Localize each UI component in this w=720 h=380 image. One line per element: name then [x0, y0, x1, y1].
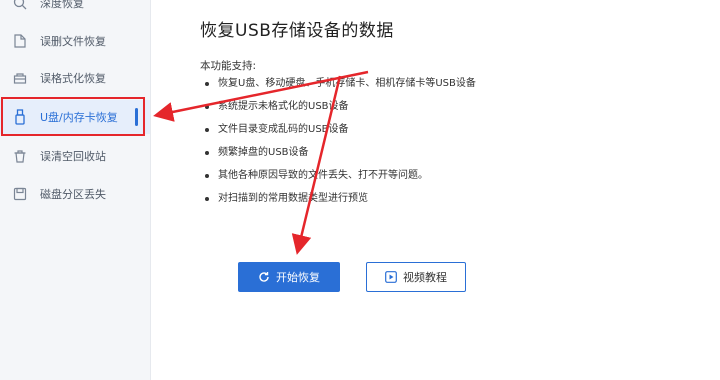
list-item: 频繁掉盘的USB设备	[200, 141, 476, 164]
list-item: 系统提示未格式化的USB设备	[200, 95, 476, 118]
sidebar-item-label: 误清空回收站	[40, 150, 106, 163]
sidebar-item-usb-card-recovery[interactable]: U盘/内存卡恢复	[0, 100, 150, 134]
play-icon	[385, 271, 397, 283]
start-recovery-label: 开始恢复	[276, 271, 320, 284]
list-item: 恢复U盘、移动硬盘、手机存储卡、相机存储卡等USB设备	[200, 72, 476, 95]
page-title: 恢复USB存储设备的数据	[200, 21, 394, 41]
list-item: 文件目录变成乱码的USB设备	[200, 118, 476, 141]
sidebar-item-label: 误格式化恢复	[40, 72, 106, 85]
recycle-bin-icon	[12, 148, 28, 164]
sidebar-item-deleted-file-recovery[interactable]: 误删文件恢复	[0, 24, 150, 58]
sidebar-item-partition-loss[interactable]: 磁盘分区丢失	[0, 177, 150, 211]
sidebar-item-label: 磁盘分区丢失	[40, 188, 106, 201]
feature-list: 恢复U盘、移动硬盘、手机存储卡、相机存储卡等USB设备 系统提示未格式化的USB…	[200, 72, 476, 210]
sidebar-item-label: 误删文件恢复	[40, 35, 106, 48]
disk-partition-icon	[12, 186, 28, 202]
active-indicator	[135, 108, 138, 126]
format-icon	[12, 70, 28, 86]
list-item: 其他各种原因导致的文件丢失、打不开等问题。	[200, 164, 476, 187]
sidebar-item-format-recovery[interactable]: 误格式化恢复	[0, 61, 150, 95]
video-tutorial-label: 视频教程	[403, 271, 447, 284]
file-icon	[12, 33, 28, 49]
deep-scan-icon	[12, 0, 28, 11]
sidebar-item-deep-recovery[interactable]: 深度恢复	[0, 0, 150, 20]
video-tutorial-button[interactable]: 视频教程	[366, 262, 466, 292]
sidebar-item-label: 深度恢复	[40, 0, 84, 10]
usb-icon	[12, 109, 28, 125]
sidebar-item-label: U盘/内存卡恢复	[40, 111, 118, 124]
sidebar-item-recycle-bin-recovery[interactable]: 误清空回收站	[0, 139, 150, 173]
list-item: 对扫描到的常用数据类型进行预览	[200, 187, 476, 210]
support-label: 本功能支持:	[200, 60, 257, 72]
refresh-icon	[258, 271, 270, 283]
start-recovery-button[interactable]: 开始恢复	[238, 262, 340, 292]
sidebar: 深度恢复 误删文件恢复 误格式化恢复 U盘/内存卡恢复 误清空回收站 磁盘分区丢…	[0, 0, 151, 380]
